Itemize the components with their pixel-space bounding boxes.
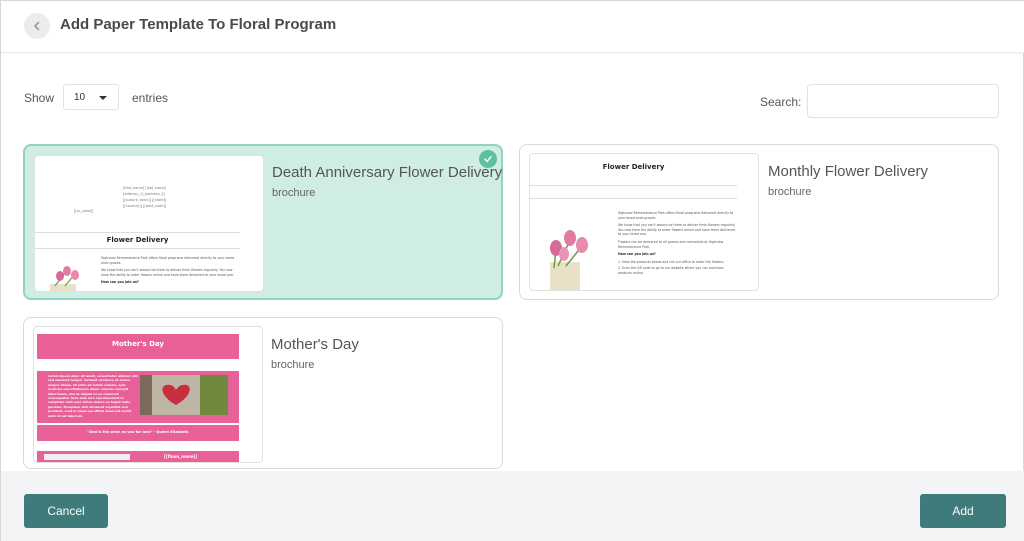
show-label: Show [24, 91, 55, 105]
entries-select-value: 10 [74, 92, 86, 103]
chevron-left-icon [34, 21, 40, 31]
template-title: Death Anniversary Flower Delivery [272, 164, 503, 181]
search-input[interactable] [807, 84, 999, 118]
template-preview: [first_name] [last_name] [address_1] [ad… [34, 155, 264, 292]
preview-code: [[sc_code]] [74, 209, 94, 213]
dialog-header: Add Paper Template To Floral Program [1, 1, 1024, 53]
template-preview: Flower Delivery Highview Remembrance Par… [529, 153, 759, 291]
dialog-frame: Add Paper Template To Floral Program Sho… [0, 0, 1024, 541]
preview-question: How can you join us? [101, 280, 139, 285]
tulip-image [50, 266, 79, 291]
template-card-monthly-flower[interactable]: Flower Delivery Highview Remembrance Par… [519, 144, 999, 300]
entries-select[interactable]: 10 [63, 84, 119, 110]
tulip-image [550, 230, 588, 290]
caret-down-icon [99, 96, 107, 100]
preview-paragraph: We know that you can't always be there t… [101, 268, 234, 277]
preview-heading: Mother's Day [112, 340, 164, 348]
preview-heading: Flower Delivery [106, 236, 169, 244]
page-title: Add Paper Template To Floral Program [60, 16, 337, 33]
template-card-mothers-day[interactable]: Mother's Day Lorem ipsum dolor sit amet,… [23, 317, 503, 469]
dialog-footer: Cancel Add [1, 471, 1024, 541]
template-type: brochure [768, 186, 812, 198]
preview-question: How can you join us? [618, 252, 656, 257]
template-type: brochure [271, 359, 315, 371]
heart-tree-image [140, 375, 228, 415]
preview-quote: "And is the price as you for love" - Que… [87, 430, 189, 434]
preview-heading: Flower Delivery [602, 163, 665, 171]
template-card-death-anniversary[interactable]: [first_name] [last_name] [address_1] [ad… [23, 144, 503, 300]
preview-paragraph: Flowers can be delivered to all graves a… [618, 239, 724, 249]
check-icon [479, 150, 497, 168]
preview-step: 1. View the products below and call our … [618, 259, 725, 264]
template-title: Monthly Flower Delivery [768, 163, 929, 180]
cancel-button[interactable]: Cancel [24, 494, 108, 528]
template-type: brochure [272, 187, 316, 199]
preview-paragraph: Highview Remembrance Park offers floral … [101, 256, 235, 265]
preview-step: 2. Scan the QR code to go to our website… [618, 266, 724, 275]
search-label: Search: [760, 95, 802, 109]
add-button[interactable]: Add [920, 494, 1006, 528]
preview-paragraph: We know that you can't always be there t… [618, 223, 736, 237]
preview-body-text: Lorem ipsum dolor sit amet, consectetur … [48, 374, 139, 418]
preview-paragraph: Highview Remembrance Park offers floral … [618, 211, 734, 220]
template-preview: Mother's Day Lorem ipsum dolor sit amet,… [33, 326, 263, 463]
preview-address-line: [[country]] [[post_code]] [123, 204, 167, 208]
entries-label: entries [132, 91, 169, 105]
back-button[interactable] [24, 13, 50, 39]
preview-footer-code: [[fham_name]] [164, 454, 198, 459]
template-title: Mother's Day [271, 336, 359, 353]
